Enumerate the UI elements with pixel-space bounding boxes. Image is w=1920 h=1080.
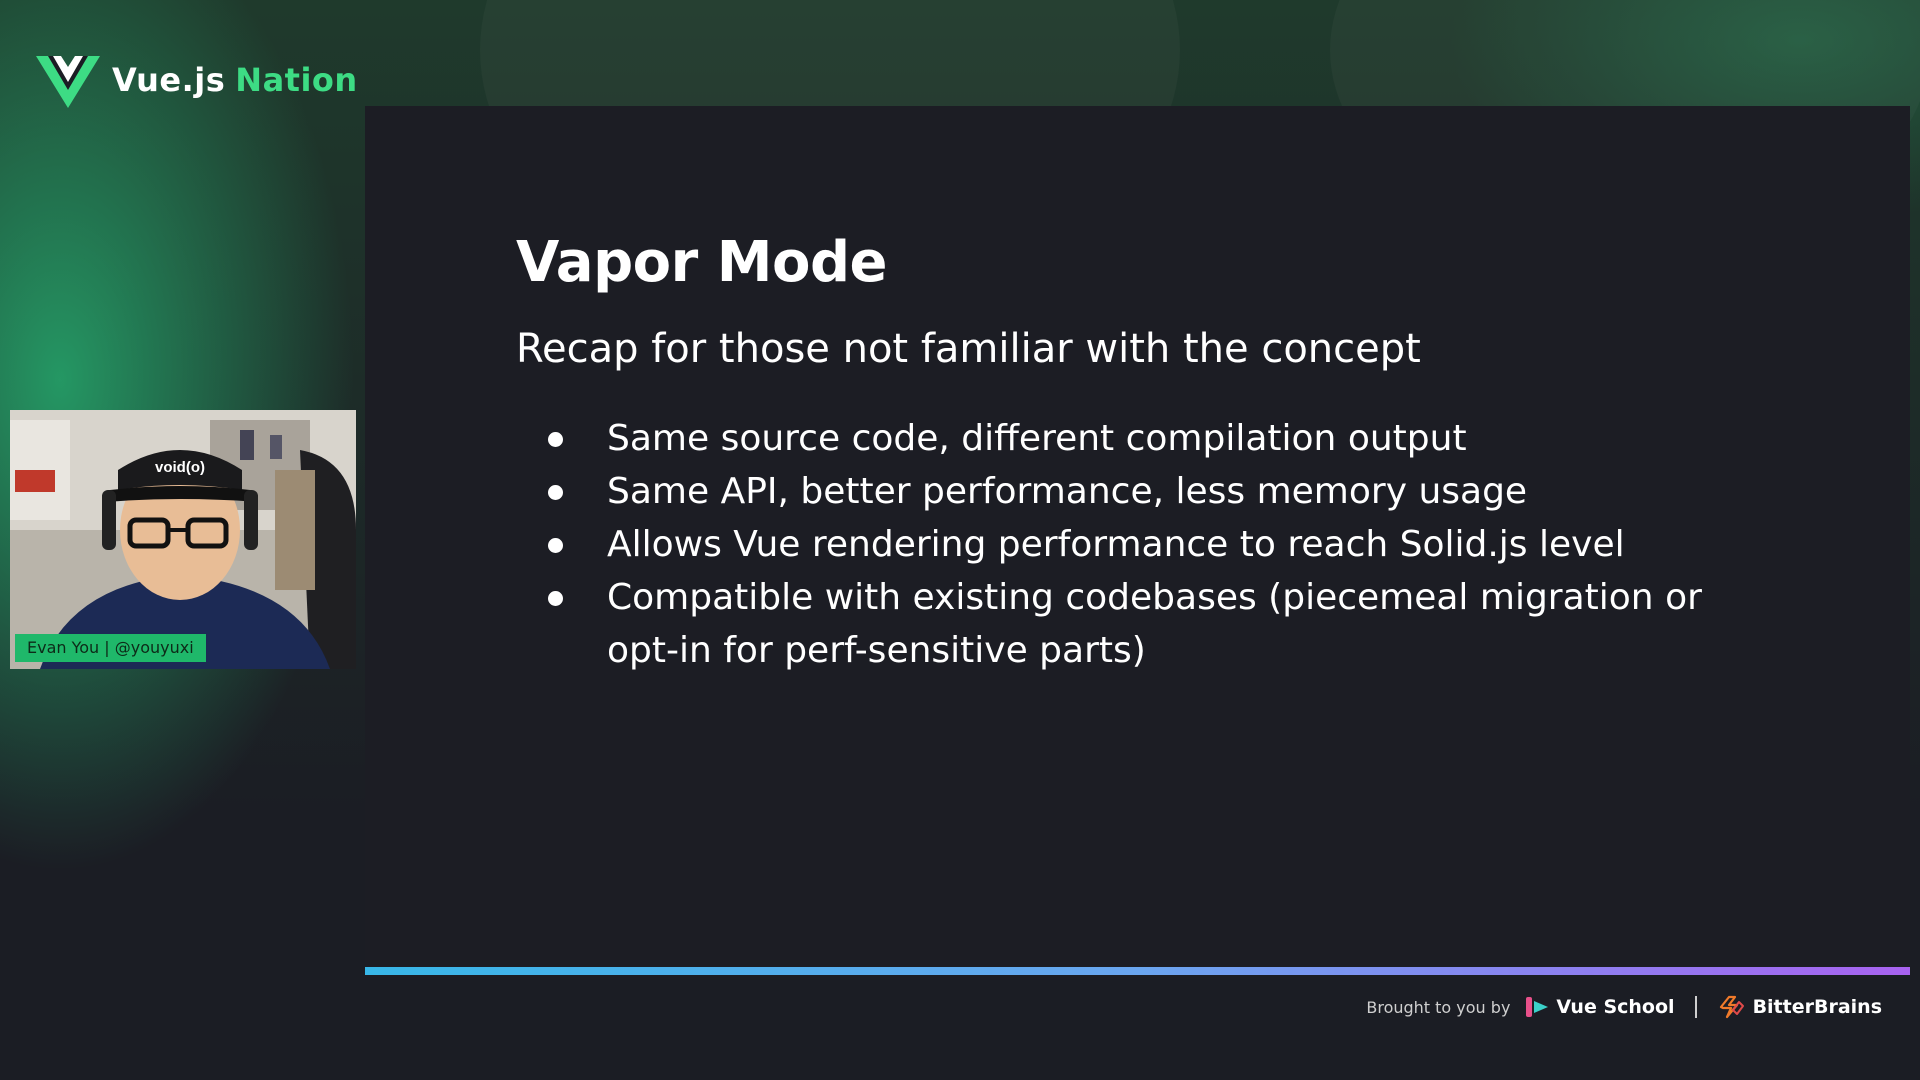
sponsor-vue-school-label: Vue School bbox=[1556, 996, 1675, 1018]
presenter-video: void(o) bbox=[10, 410, 356, 669]
bullet-item: Same API, better performance, less memor… bbox=[516, 465, 1766, 518]
sponsor-bitterbrains-label: BitterBrains bbox=[1752, 996, 1882, 1018]
bullet-item: Compatible with existing codebases (piec… bbox=[516, 571, 1766, 677]
vue-logo-icon bbox=[36, 56, 100, 108]
cap-text: void(o) bbox=[155, 459, 205, 476]
slide-progress-bar bbox=[365, 967, 1910, 975]
bullet-text: Compatible with existing codebases (piec… bbox=[607, 577, 1702, 671]
event-logo: Vue.js Nation bbox=[36, 52, 358, 108]
bullet-dot-icon bbox=[548, 432, 563, 447]
presenter-name-tag: Evan You | @youyuxi bbox=[15, 634, 206, 662]
slide-subtitle: Recap for those not familiar with the co… bbox=[516, 326, 1421, 372]
bitterbrains-logo-icon bbox=[1719, 995, 1744, 1019]
vue-school-logo-icon bbox=[1526, 997, 1549, 1017]
sponsor-vue-school[interactable]: Vue School bbox=[1524, 995, 1675, 1019]
slide-title: Vapor Mode bbox=[516, 230, 888, 295]
bullet-dot-icon bbox=[548, 591, 563, 606]
bullet-item: Allows Vue rendering performance to reac… bbox=[516, 518, 1766, 571]
bullet-text: Same API, better performance, less memor… bbox=[607, 471, 1528, 512]
brought-by-text: Brought to you by bbox=[1366, 997, 1511, 1017]
bullet-list: Same source code, different compilation … bbox=[516, 412, 1766, 677]
slide-progress-fill bbox=[365, 967, 1910, 975]
sponsor-footer: Brought to you by Vue School BitterBrain… bbox=[1366, 994, 1882, 1020]
bullet-item: Same source code, different compilation … bbox=[516, 412, 1766, 465]
event-logo-text: Vue.js Nation bbox=[112, 61, 358, 99]
presenter-webcam: void(o) bbox=[10, 410, 356, 669]
presentation-slide: Vapor Mode Recap for those not familiar … bbox=[365, 106, 1910, 968]
logo-word-nation: Nation bbox=[235, 61, 358, 99]
sponsor-bitterbrains[interactable]: BitterBrains bbox=[1717, 994, 1882, 1020]
logo-word-vuejs: Vue.js bbox=[112, 61, 226, 99]
bullet-dot-icon bbox=[548, 485, 563, 500]
bullet-text: Allows Vue rendering performance to reac… bbox=[607, 524, 1625, 565]
bullet-text: Same source code, different compilation … bbox=[607, 418, 1467, 459]
bullet-dot-icon bbox=[548, 538, 563, 553]
footer-divider bbox=[1694, 996, 1697, 1018]
